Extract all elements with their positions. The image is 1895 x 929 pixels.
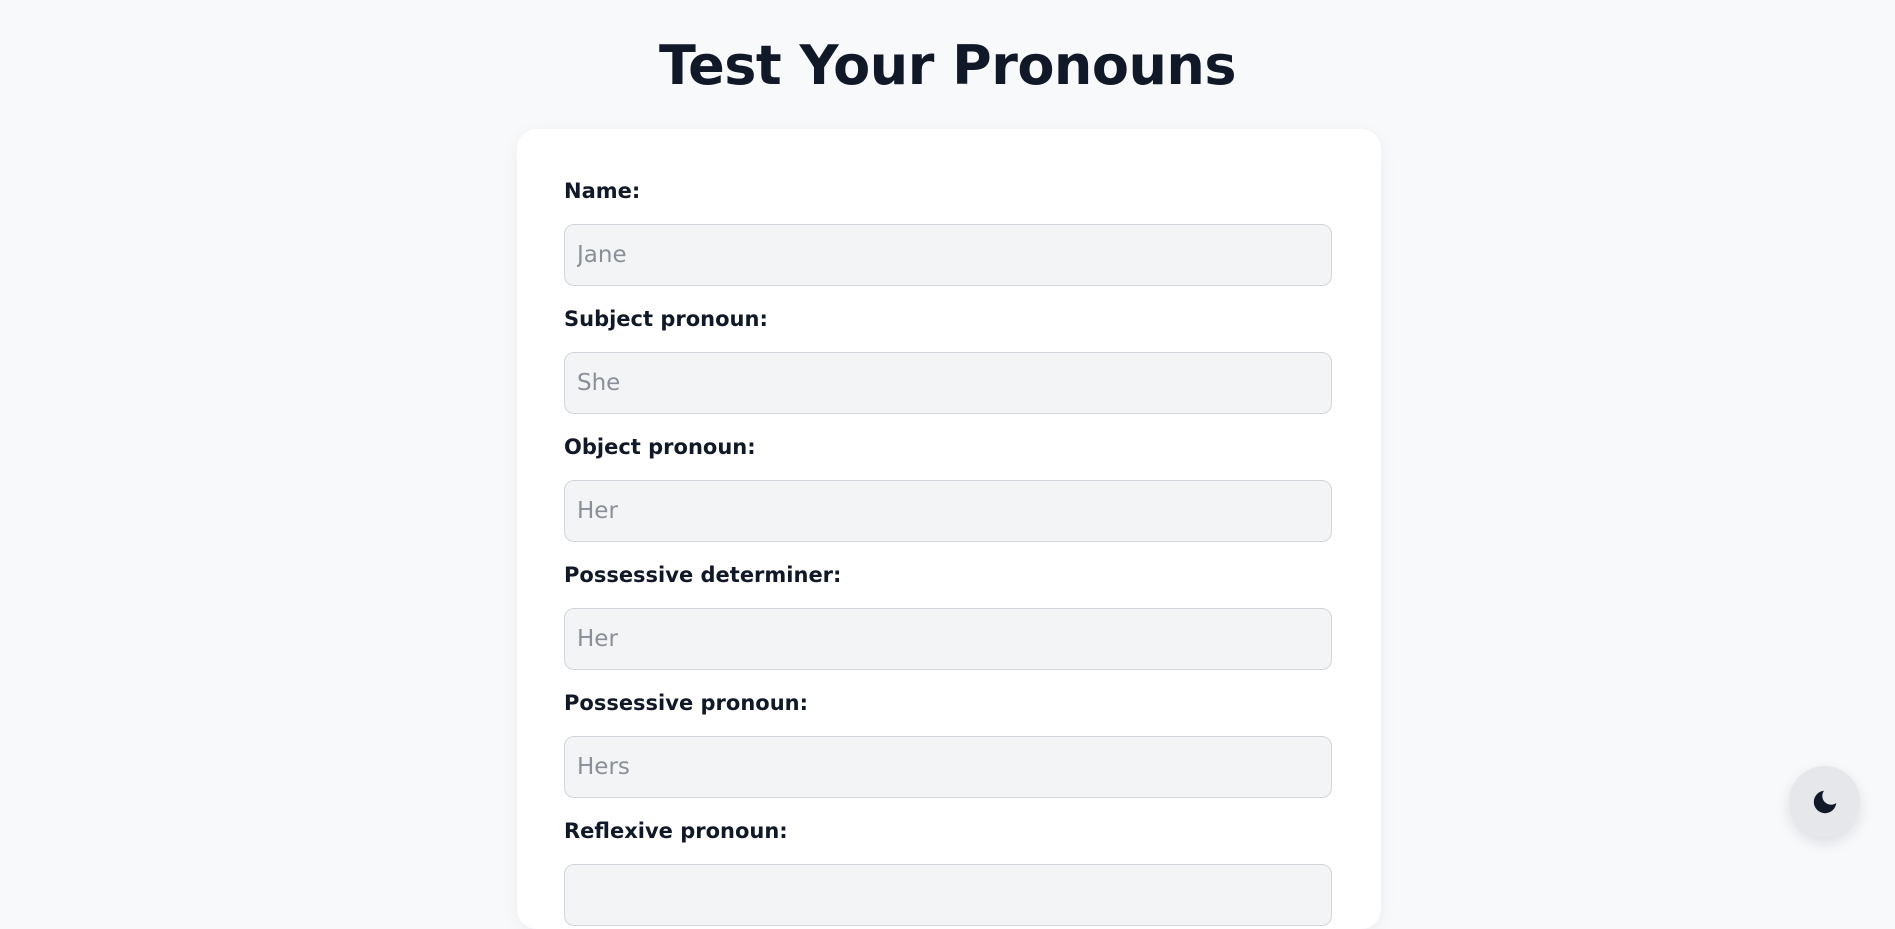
- reflexive-pronoun-label: Reflexive pronoun:: [564, 819, 788, 843]
- theme-toggle-button[interactable]: [1789, 766, 1860, 837]
- name-label: Name:: [564, 179, 641, 203]
- possessive-determiner-label: Possessive determiner:: [564, 563, 842, 587]
- object-pronoun-label: Object pronoun:: [564, 435, 756, 459]
- moon-icon: [1813, 790, 1837, 814]
- possessive-pronoun-input[interactable]: [564, 736, 1332, 798]
- subject-pronoun-input[interactable]: [564, 352, 1332, 414]
- subject-pronoun-label: Subject pronoun:: [564, 307, 768, 331]
- name-input[interactable]: [564, 224, 1332, 286]
- object-pronoun-input[interactable]: [564, 480, 1332, 542]
- page-title: Test Your Pronouns: [658, 34, 1237, 97]
- reflexive-pronoun-input[interactable]: [564, 864, 1332, 926]
- possessive-pronoun-label: Possessive pronoun:: [564, 691, 808, 715]
- possessive-determiner-input[interactable]: [564, 608, 1332, 670]
- pronoun-form: Name: Subject pronoun: Object pronoun: P…: [517, 129, 1381, 929]
